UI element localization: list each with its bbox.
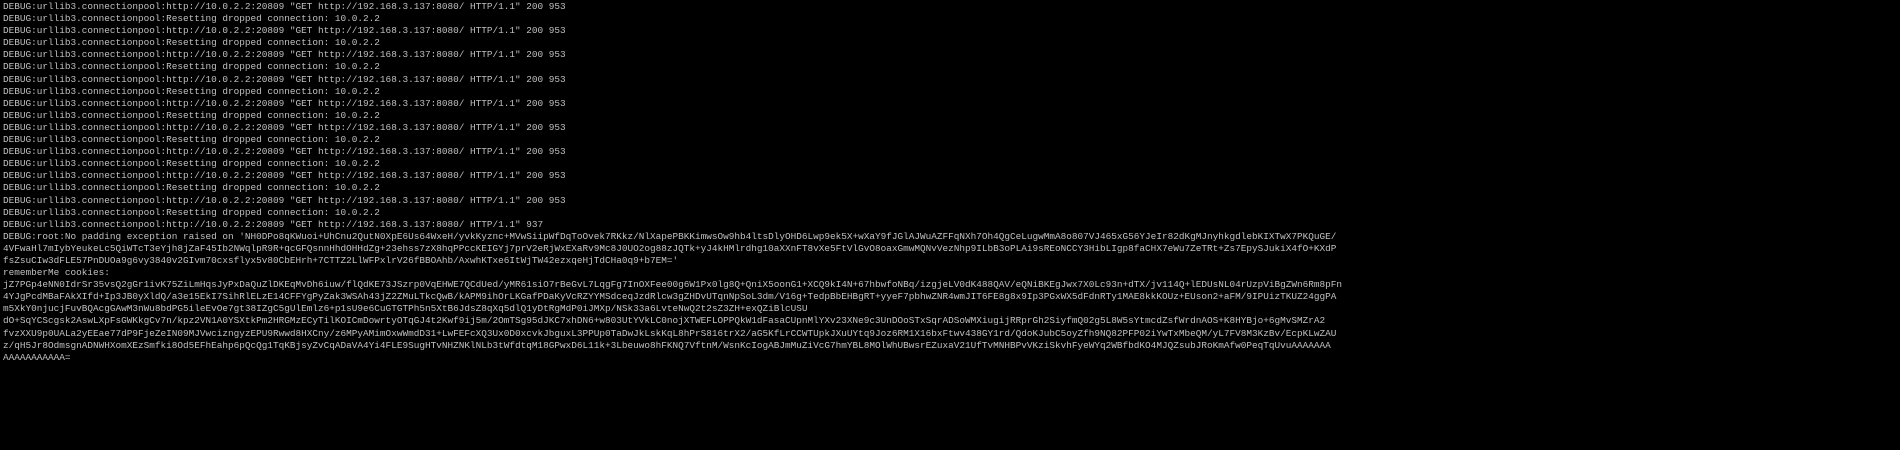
log-line: DEBUG:urllib3.connectionpool:http://10.0… bbox=[3, 97, 566, 109]
cookie-line: 4YJgPcdMBaFAkXIfd+Ip3JB0yXldQ/a3e15EkI7S… bbox=[3, 291, 1337, 303]
exception-line: fsZsuCIw3dFLE57PnDUOa9g6vy3840v2GIvm70cx… bbox=[3, 254, 679, 266]
log-line: DEBUG:urllib3.connectionpool:Resetting d… bbox=[3, 85, 380, 97]
cookie-output: jZ7PGp4eNN0IdrSr35vsQ2gGr1ivK75ZiLmHqsJy… bbox=[3, 279, 1900, 364]
log-line: DEBUG:urllib3.connectionpool:http://10.0… bbox=[3, 49, 566, 61]
log-line: DEBUG:urllib3.connectionpool:Resetting d… bbox=[3, 134, 380, 146]
cookie-line: jZ7PGp4eNN0IdrSr35vsQ2gGr1ivK75ZiLmHqsJy… bbox=[3, 279, 1342, 291]
cookies-label: rememberMe cookies: bbox=[3, 267, 110, 279]
log-line: DEBUG:urllib3.connectionpool:http://10.0… bbox=[3, 1, 566, 12]
log-line: DEBUG:urllib3.connectionpool:http://10.0… bbox=[3, 194, 566, 206]
cookie-line: m5XkY0njucjFuvBQAcgGAwM3nWu8bdPG5ileEvOe… bbox=[3, 303, 808, 315]
exception-output: DEBUG:root:No padding exception raised o… bbox=[3, 231, 1900, 267]
log-line: DEBUG:urllib3.connectionpool:http://10.0… bbox=[3, 170, 566, 182]
exception-line: DEBUG:root:No padding exception raised o… bbox=[3, 230, 1337, 242]
log-line: DEBUG:urllib3.connectionpool:Resetting d… bbox=[3, 182, 380, 194]
log-line: DEBUG:urllib3.connectionpool:Resetting d… bbox=[3, 109, 380, 121]
cookie-line: AAAAAAAAAAA= bbox=[3, 351, 71, 363]
log-line: DEBUG:urllib3.connectionpool:http://10.0… bbox=[3, 73, 566, 85]
cookie-line: z/qH5Jr8OdmsgnADNWHXomXEzSmfki8Od5EFhEah… bbox=[3, 339, 1331, 351]
terminal-window[interactable]: DEBUG:urllib3.connectionpool:http://10.0… bbox=[0, 0, 1900, 450]
log-line: DEBUG:urllib3.connectionpool:http://10.0… bbox=[3, 25, 566, 37]
log-output: DEBUG:urllib3.connectionpool:http://10.0… bbox=[3, 1, 1900, 231]
cookie-line: fvzXXU9p0UALa2yEEae77dP9FjeZeIN09MJVwciz… bbox=[3, 327, 1337, 339]
log-line: DEBUG:urllib3.connectionpool:Resetting d… bbox=[3, 37, 380, 49]
log-line: DEBUG:urllib3.connectionpool:Resetting d… bbox=[3, 206, 380, 218]
exception-line: 4VFwaHl7mIybYeukeLc5QiWTcT3eYjh8jZaF45Ib… bbox=[3, 242, 1337, 254]
cookie-line: dO+SqYCScgsk2AswLXpFsGWKkgCv7n/kpz2VN1A0… bbox=[3, 315, 1326, 327]
log-line: DEBUG:urllib3.connectionpool:Resetting d… bbox=[3, 61, 380, 73]
log-line: DEBUG:urllib3.connectionpool:Resetting d… bbox=[3, 158, 380, 170]
log-line: DEBUG:urllib3.connectionpool:http://10.0… bbox=[3, 218, 544, 230]
log-line: DEBUG:urllib3.connectionpool:Resetting d… bbox=[3, 13, 380, 25]
log-line: DEBUG:urllib3.connectionpool:http://10.0… bbox=[3, 146, 566, 158]
log-line: DEBUG:urllib3.connectionpool:http://10.0… bbox=[3, 121, 566, 133]
